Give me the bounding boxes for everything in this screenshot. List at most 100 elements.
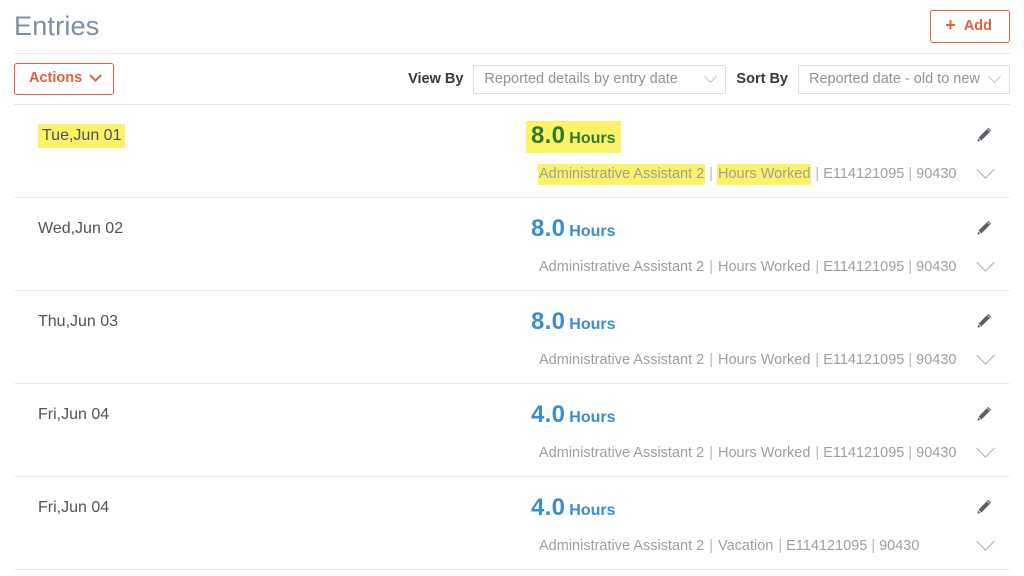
entry-pay-code: Hours Worked: [718, 352, 811, 368]
sort-by-value: Reported date - old to new: [809, 71, 980, 87]
detail-separator: |: [908, 259, 913, 275]
sort-by-select[interactable]: Reported date - old to new: [798, 64, 1010, 94]
entry-cost-center: 90430: [916, 445, 957, 461]
entry-details: Administrative Assistant 2 | Hours Worked |…: [538, 260, 956, 275]
entry-cost-center: 90430: [916, 352, 957, 368]
page-title: Entries: [14, 11, 100, 41]
entry-date: Fri,Jun 04: [38, 407, 109, 423]
entry-position: Administrative Assistant 2: [539, 259, 705, 275]
detail-separator: |: [908, 352, 913, 368]
entries-list: Tue,Jun 01 8.0 Hours Administrative Assista…: [0, 105, 1024, 570]
entry-employee-id: E114121095: [823, 445, 905, 461]
detail-separator: |: [709, 259, 713, 275]
page-header: Entries + Add: [0, 0, 1024, 53]
entry-hours-unit: Hours: [569, 223, 616, 240]
view-by-label: View By: [408, 71, 464, 87]
detail-separator: |: [908, 445, 913, 461]
entry-hours-unit: Hours: [569, 130, 616, 147]
detail-separator: |: [815, 166, 820, 182]
chevron-down-icon[interactable]: [976, 253, 995, 272]
entry-employee-id: E114121095: [823, 352, 905, 368]
chevron-down-icon[interactable]: [976, 532, 995, 551]
entry-employee-id: E114121095: [823, 166, 905, 182]
entry-details: Administrative Assistant 2 | Hours Worked |…: [538, 446, 956, 461]
entry-details: Administrative Assistant 2 | Hours Worked |…: [538, 164, 957, 185]
entry-pay-code: Hours Worked: [718, 445, 811, 461]
entry-position: Administrative Assistant 2: [539, 352, 705, 368]
detail-separator: |: [871, 538, 876, 554]
entry-hours-value: 4.0: [531, 401, 566, 428]
detail-separator: |: [908, 166, 913, 182]
chevron-down-icon: [988, 69, 1001, 83]
detail-separator: |: [815, 352, 820, 368]
toolbar: Actions View By Reported details by entr…: [0, 54, 1024, 104]
entry-hours-unit: Hours: [569, 409, 616, 426]
entry-employee-id: E114121095: [786, 538, 868, 554]
chevron-down-icon[interactable]: [976, 160, 995, 179]
entry-pay-code: Hours Worked: [717, 164, 812, 185]
toolbar-filters: View By Reported details by entry date S…: [408, 64, 1010, 94]
entry-details: Administrative Assistant 2 | Vacation | E114…: [538, 539, 919, 554]
entry-hours: 8.0 Hours: [526, 121, 621, 153]
entry-employee-id: E114121095: [823, 259, 905, 275]
entry-hours: 4.0 Hours: [526, 400, 621, 432]
sort-by-label: Sort By: [736, 71, 788, 87]
entry-position: Administrative Assistant 2: [538, 164, 706, 185]
entry-cost-center: 90430: [916, 166, 957, 182]
entry-hours-value: 8.0: [531, 122, 566, 149]
table-row[interactable]: Wed,Jun 02 8.0 Hours Administrative Assista…: [14, 198, 1010, 291]
entry-position: Administrative Assistant 2: [539, 445, 705, 461]
entry-date: Tue,Jun 01: [38, 124, 126, 148]
entry-hours-value: 8.0: [531, 215, 566, 242]
entry-position: Administrative Assistant 2: [539, 538, 705, 554]
table-row[interactable]: Fri,Jun 04 4.0 Hours Administrative Assista…: [14, 384, 1010, 477]
add-button-label: Add: [963, 17, 992, 34]
table-row[interactable]: Tue,Jun 01 8.0 Hours Administrative Assista…: [14, 105, 1010, 198]
entry-pay-code: Vacation: [718, 538, 774, 554]
plus-icon: +: [945, 15, 956, 35]
pencil-icon[interactable]: [975, 498, 993, 516]
chevron-down-icon[interactable]: [976, 439, 995, 458]
entry-details: Administrative Assistant 2 | Hours Worked |…: [538, 353, 956, 368]
pencil-icon[interactable]: [975, 405, 993, 423]
pencil-icon[interactable]: [975, 219, 993, 237]
view-by-value: Reported details by entry date: [484, 71, 678, 87]
entry-hours: 4.0 Hours: [526, 493, 621, 525]
actions-button[interactable]: Actions: [14, 63, 115, 95]
detail-separator: |: [709, 538, 713, 554]
entry-hours-value: 8.0: [531, 308, 566, 335]
detail-separator: |: [815, 445, 820, 461]
add-button[interactable]: + Add: [930, 10, 1010, 43]
entry-cost-center: 90430: [916, 259, 957, 275]
entry-date-text: Tue,Jun 01: [38, 124, 126, 148]
entry-date: Thu,Jun 03: [38, 314, 118, 330]
pencil-icon[interactable]: [975, 126, 993, 144]
entry-pay-code: Hours Worked: [718, 259, 811, 275]
detail-separator: |: [709, 445, 713, 461]
detail-separator: |: [815, 259, 820, 275]
entry-date-text: Fri,Jun 04: [38, 499, 110, 516]
detail-separator: |: [778, 538, 783, 554]
actions-button-label: Actions: [29, 70, 83, 87]
pencil-icon[interactable]: [975, 312, 993, 330]
detail-separator: |: [709, 166, 713, 182]
entry-hours-unit: Hours: [569, 316, 616, 333]
table-row[interactable]: Fri,Jun 04 4.0 Hours Administrative Assista…: [14, 477, 1010, 570]
view-by-select[interactable]: Reported details by entry date: [473, 64, 727, 94]
entries-page: Entries + Add Actions View By Reported d…: [0, 0, 1024, 576]
chevron-down-icon: [89, 69, 103, 83]
chevron-down-icon[interactable]: [976, 346, 995, 365]
entry-hours: 8.0 Hours: [526, 214, 621, 246]
entry-hours-value: 4.0: [531, 494, 566, 521]
entry-cost-center: 90430: [879, 538, 920, 554]
entry-date-text: Thu,Jun 03: [38, 313, 119, 330]
entry-date: Wed,Jun 02: [38, 221, 123, 237]
entry-date-text: Fri,Jun 04: [38, 406, 110, 423]
entry-hours: 8.0 Hours: [526, 307, 621, 339]
table-row[interactable]: Thu,Jun 03 8.0 Hours Administrative Assista…: [14, 291, 1010, 384]
detail-separator: |: [709, 352, 713, 368]
chevron-down-icon: [704, 69, 718, 83]
entry-date-text: Wed,Jun 02: [38, 220, 124, 237]
entry-hours-unit: Hours: [569, 502, 616, 519]
entry-date: Fri,Jun 04: [38, 500, 109, 516]
